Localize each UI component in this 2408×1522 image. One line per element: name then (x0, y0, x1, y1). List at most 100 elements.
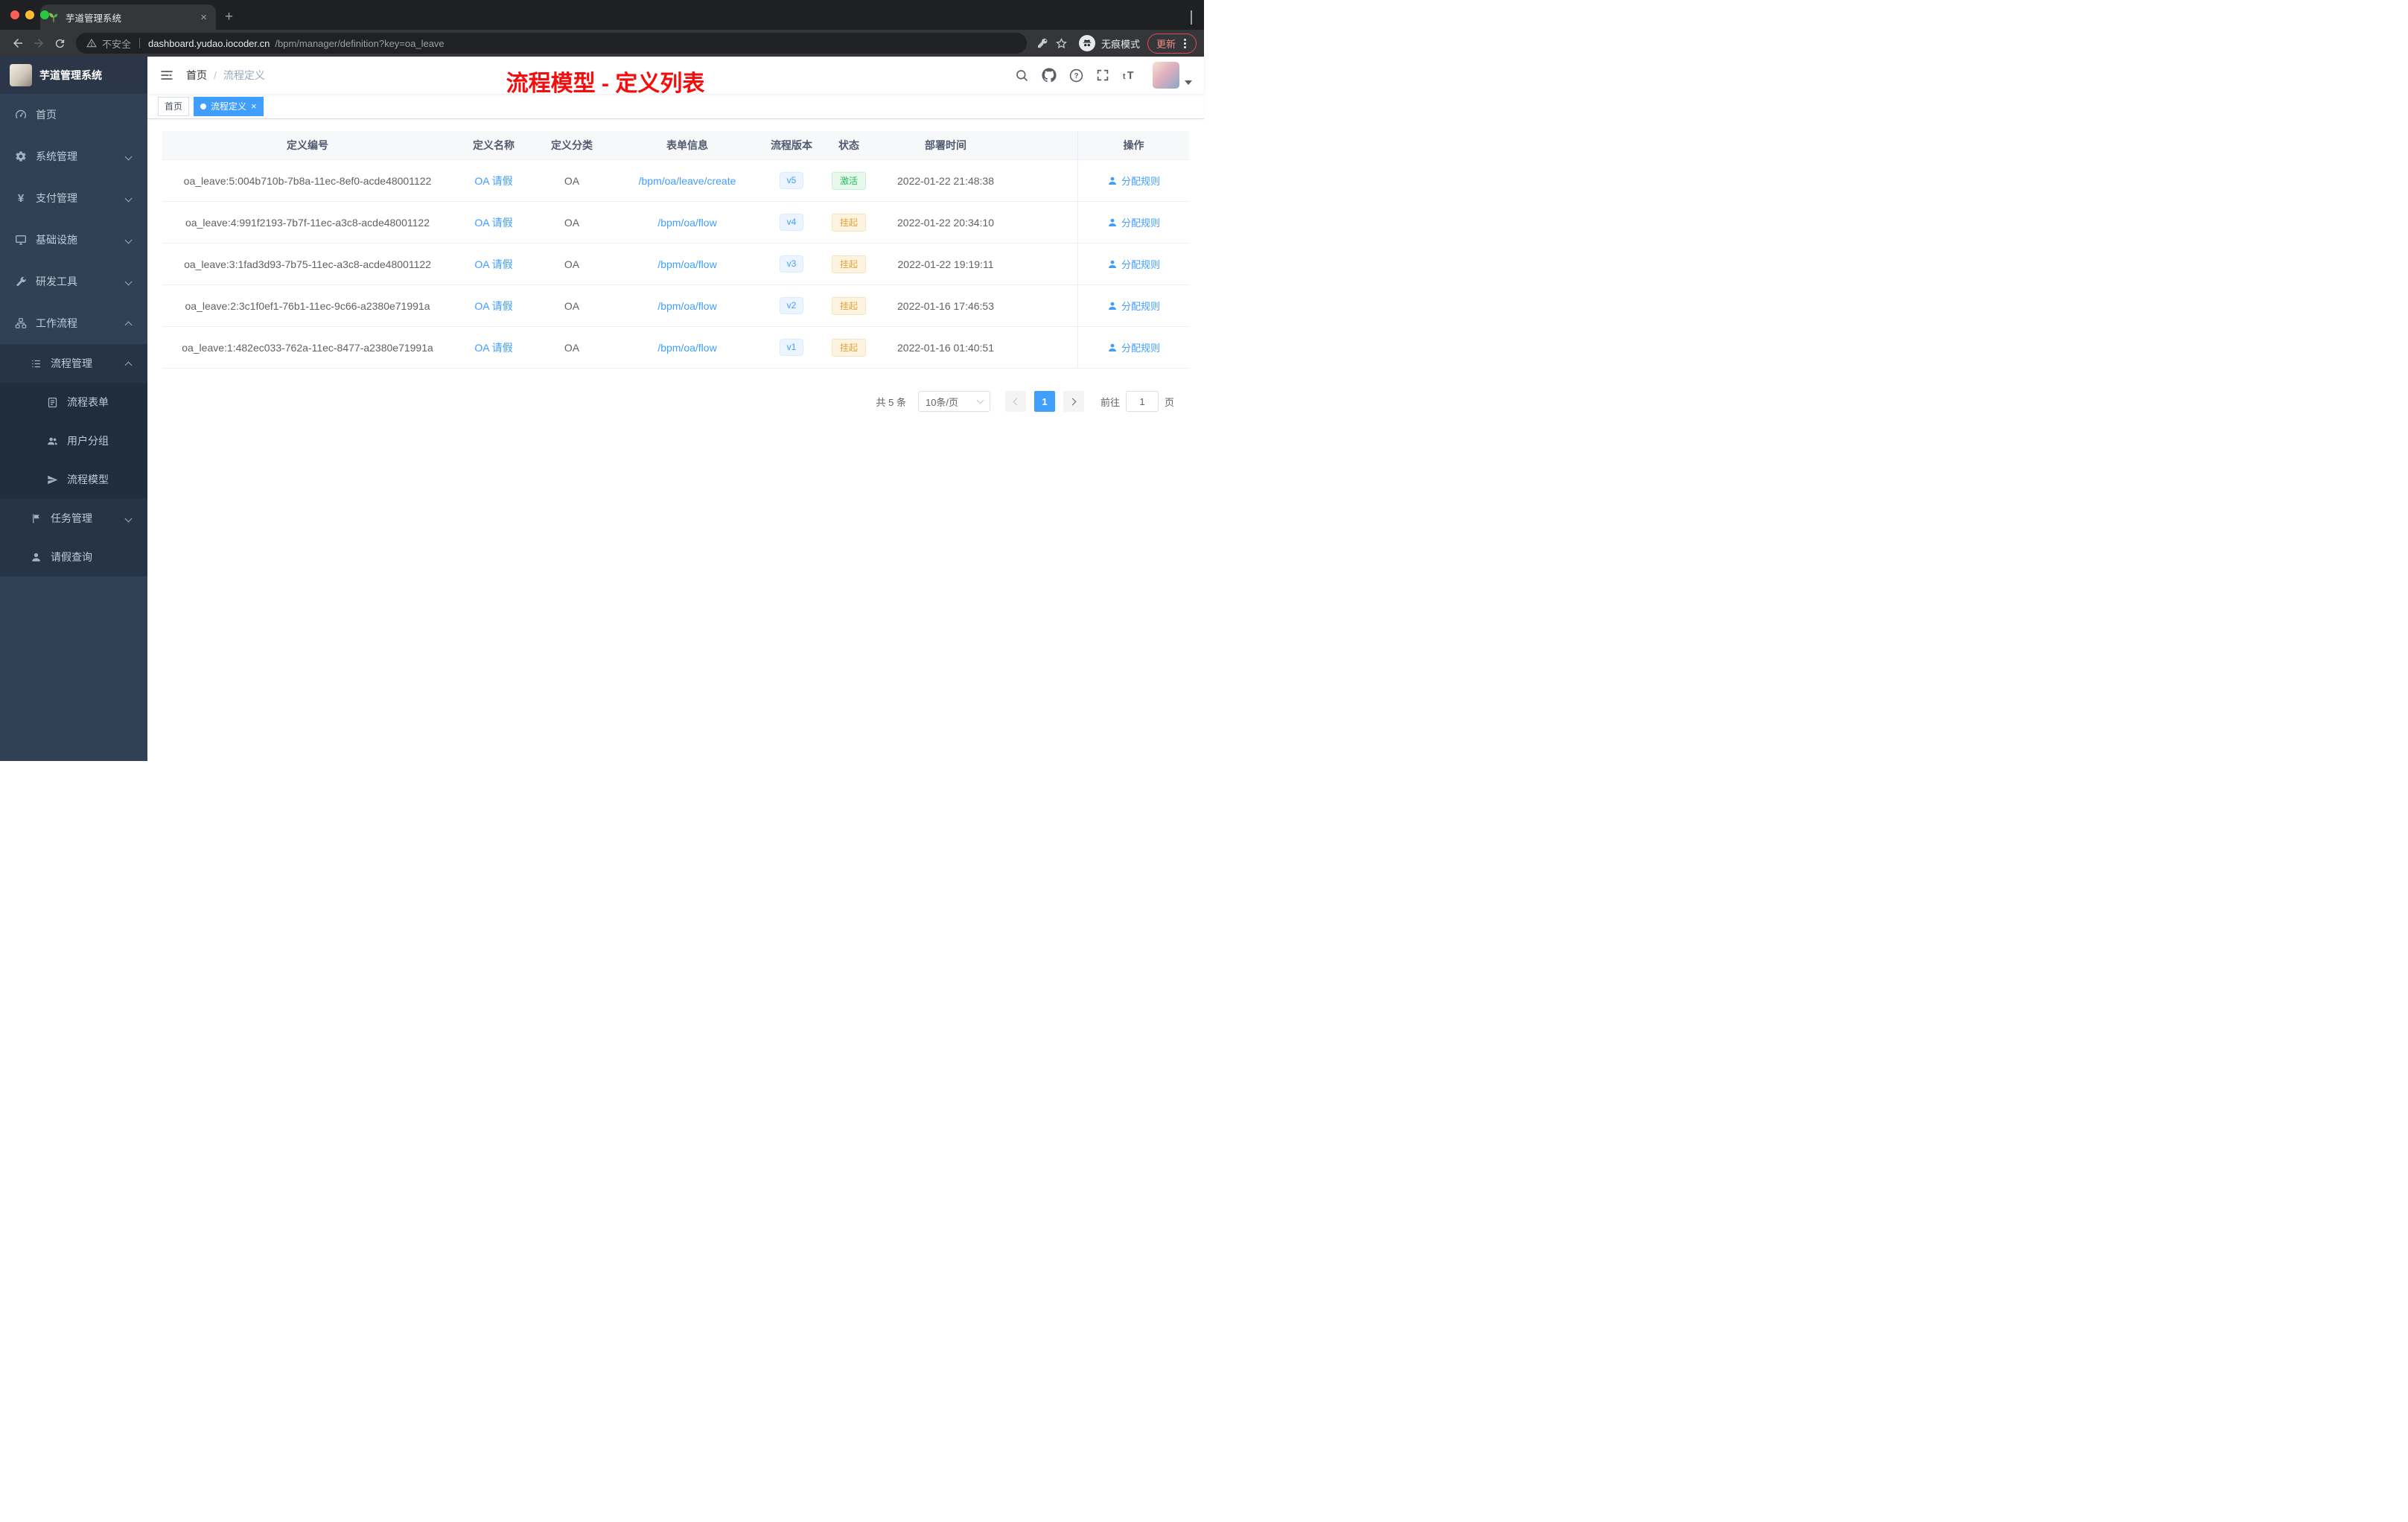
definition-id: oa_leave:1:482ec033-762a-11ec-8477-a2380… (182, 341, 433, 354)
person-icon (1109, 260, 1116, 268)
browser-tab[interactable]: 芋道管理系统 × (40, 4, 216, 30)
password-key-icon[interactable] (1033, 34, 1052, 53)
row-filler (1011, 285, 1077, 326)
column-header: 操作 (1077, 131, 1189, 159)
sidebar-item-label: 用户分组 (67, 435, 109, 447)
definition-name-link[interactable]: OA 请假 (474, 215, 512, 230)
next-page-button[interactable] (1063, 391, 1084, 412)
prev-page-button[interactable] (1004, 391, 1026, 412)
sitemap-icon (15, 317, 27, 329)
users-icon (46, 435, 58, 447)
goto-page-input[interactable] (1125, 391, 1159, 412)
sidebar-item-system[interactable]: 系统管理 (0, 136, 147, 177)
sidebar-item-task-management[interactable]: 任务管理 (0, 499, 147, 538)
sidebar-item-label: 工作流程 (36, 317, 77, 329)
incognito-indicator: 无痕模式 (1078, 35, 1140, 51)
tab-close-icon[interactable]: × (199, 10, 208, 25)
chevron-down-icon (124, 236, 133, 243)
sidebar-item-dev-tools[interactable]: 研发工具 (0, 261, 147, 302)
tab-search-icon[interactable] (1191, 10, 1192, 25)
update-label: 更新 (1156, 38, 1176, 50)
tag-home[interactable]: 首页 (158, 96, 190, 116)
page-size-value: 10条/页 (925, 396, 959, 408)
definition-name-link[interactable]: OA 请假 (474, 257, 512, 272)
sidebar-item-payment[interactable]: ¥ 支付管理 (0, 177, 147, 219)
sidebar-item-process-model[interactable]: 流程模型 (0, 460, 147, 499)
sidebar-item-leave-query[interactable]: 请假查询 (0, 538, 147, 576)
browser-tab-strip: 芋道管理系统 × + (0, 0, 1204, 30)
browser-menu-kebab-icon[interactable] (1184, 42, 1186, 45)
form-link[interactable]: /bpm/oa/leave/create (639, 175, 736, 187)
gear-icon (15, 150, 27, 162)
sidebar-item-user-group[interactable]: 用户分组 (0, 421, 147, 460)
tag-label: 流程定义 (211, 101, 247, 112)
tag-process-definition[interactable]: 流程定义 × (194, 96, 264, 116)
address-bar[interactable]: 不安全 dashboard.yudao.iocoder.cn /bpm/mana… (76, 33, 1027, 54)
assign-rule-link[interactable]: 分配规则 (1107, 340, 1160, 354)
definition-id: oa_leave:2:3c1f0ef1-76b1-11ec-9c66-a2380… (185, 299, 430, 312)
form-link[interactable]: /bpm/oa/flow (657, 300, 716, 312)
breadcrumb: 首页 / 流程定义 (186, 68, 265, 83)
column-header: 流程版本 (771, 139, 812, 151)
incognito-icon (1078, 35, 1095, 51)
page-size-select[interactable]: 10条/页 (917, 391, 990, 412)
sidebar-item-workflow[interactable]: 工作流程 (0, 302, 147, 344)
forward-icon[interactable] (28, 33, 49, 54)
bookmark-star-icon[interactable] (1052, 34, 1071, 53)
search-icon[interactable] (1015, 69, 1029, 83)
window-zoom-button[interactable] (40, 10, 49, 19)
sidebar-logo[interactable]: 芋道管理系统 (0, 57, 147, 94)
form-link[interactable]: /bpm/oa/flow (657, 342, 716, 354)
page-number-button[interactable]: 1 (1033, 391, 1055, 412)
table-row: oa_leave:1:482ec033-762a-11ec-8477-a2380… (162, 327, 1189, 369)
fullscreen-icon[interactable] (1096, 69, 1109, 82)
definition-name-link[interactable]: OA 请假 (474, 299, 512, 313)
pager: 1 (1004, 391, 1084, 412)
assign-rule-link[interactable]: 分配规则 (1107, 257, 1160, 271)
tag-close-icon[interactable]: × (251, 101, 257, 111)
dashboard-icon (15, 109, 27, 121)
browser-toolbar: 不安全 dashboard.yudao.iocoder.cn /bpm/mana… (0, 30, 1204, 57)
browser-update-button[interactable]: 更新 (1147, 33, 1197, 54)
form-link[interactable]: /bpm/oa/flow (657, 217, 716, 229)
document-icon (46, 396, 58, 408)
window-minimize-button[interactable] (25, 10, 34, 19)
sidebar-item-label: 请假查询 (51, 551, 92, 563)
chevron-down-icon (124, 515, 133, 522)
page-content: 定义编号 定义名称 定义分类 表单信息 流程版本 状态 部署时间 操作 oa_l… (147, 119, 1204, 761)
tree-list-icon (30, 357, 42, 369)
user-avatar[interactable] (1153, 62, 1179, 89)
breadcrumb-home[interactable]: 首页 (186, 68, 207, 83)
sidebar: 芋道管理系统 首页 系统管理 ¥ 支付管理 基础设施 研发工具 工作流程 流程管… (0, 57, 147, 761)
github-icon[interactable] (1042, 68, 1057, 83)
definition-name-link[interactable]: OA 请假 (474, 340, 512, 355)
row-filler (1011, 160, 1077, 201)
user-menu[interactable] (1153, 62, 1192, 89)
hamburger-icon[interactable] (159, 68, 174, 83)
reload-icon[interactable] (49, 33, 70, 54)
help-icon[interactable]: ? (1069, 69, 1083, 83)
new-tab-button[interactable]: + (225, 10, 233, 24)
active-dot-icon (200, 103, 207, 109)
chevron-down-icon (124, 194, 133, 202)
definition-name-link[interactable]: OA 请假 (474, 173, 512, 188)
sidebar-item-process-management[interactable]: 流程管理 (0, 344, 147, 383)
definition-id: oa_leave:4:991f2193-7b7f-11ec-a3c8-acde4… (185, 216, 430, 229)
definition-category: OA (564, 216, 580, 229)
sidebar-item-label: 首页 (36, 109, 57, 121)
sidebar-item-process-form[interactable]: 流程表单 (0, 383, 147, 421)
assign-rule-link[interactable]: 分配规则 (1107, 299, 1160, 313)
sidebar-item-home[interactable]: 首页 (0, 94, 147, 136)
assign-rule-link[interactable]: 分配规则 (1107, 215, 1160, 229)
main-area: 流程模型 - 定义列表 首页 / 流程定义 ? t T 首页 流程定义 × 定义… (147, 57, 1204, 761)
url-path: /bpm/manager/definition?key=oa_leave (275, 37, 445, 49)
form-link[interactable]: /bpm/oa/flow (657, 258, 716, 270)
caret-down-icon (1185, 80, 1192, 85)
table-row: oa_leave:4:991f2193-7b7f-11ec-a3c8-acde4… (162, 202, 1189, 243)
font-size-icon[interactable]: tT (1122, 69, 1138, 82)
back-icon[interactable] (7, 33, 28, 54)
sidebar-item-infrastructure[interactable]: 基础设施 (0, 219, 147, 261)
assign-rule-link[interactable]: 分配规则 (1107, 173, 1160, 188)
window-close-button[interactable] (10, 10, 19, 19)
table-header: 定义编号 定义名称 定义分类 表单信息 流程版本 状态 部署时间 操作 (162, 131, 1189, 160)
